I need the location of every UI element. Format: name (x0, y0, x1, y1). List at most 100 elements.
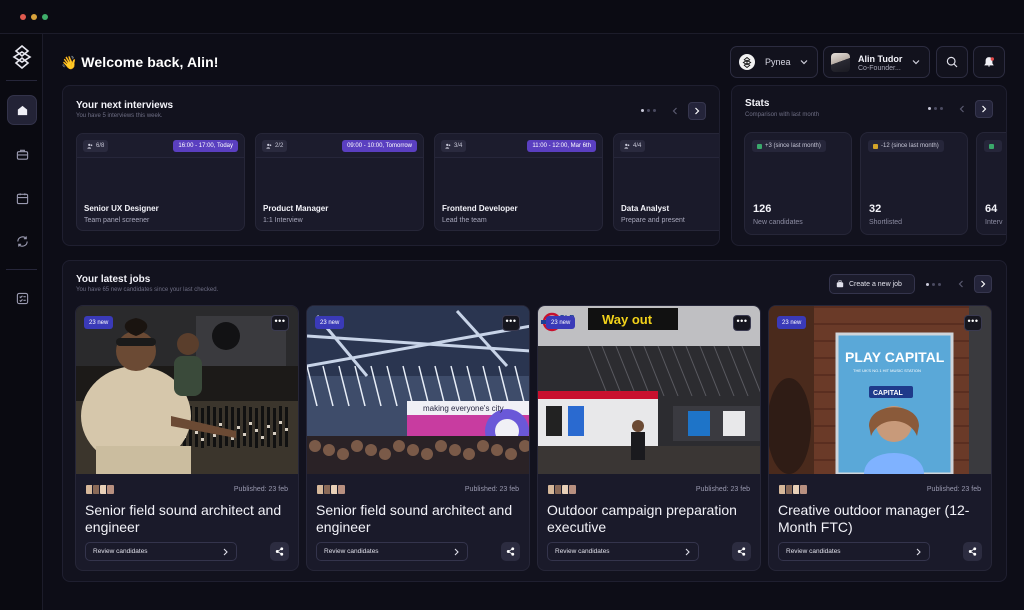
job-card[interactable]: Way outDLR23 new ••• Published: 23 feb Outd… (537, 305, 761, 571)
people-icon (445, 143, 451, 149)
job-image (76, 306, 298, 474)
interviews-title: Your next interviews (76, 100, 174, 111)
share-button[interactable] (732, 542, 751, 561)
share-icon (737, 547, 746, 556)
people-icon (87, 143, 93, 149)
new-candidates-badge: 23 new (546, 316, 576, 329)
jobs-prev-button[interactable] (952, 275, 970, 293)
page-title: 👋 Welcome back, Alin! (61, 54, 219, 71)
job-card[interactable]: making everyone's city 23 new ••• Published… (306, 305, 530, 571)
venue-banner-text: making everyone's city (423, 404, 504, 413)
sidebar-item-sync[interactable] (7, 226, 37, 256)
interview-card[interactable]: 2/2 09:00 - 10:00, Tomorrow Product Manage… (255, 133, 424, 231)
sidebar-item-home[interactable] (7, 95, 37, 125)
notifications-button[interactable] (973, 46, 1005, 78)
stats-panel: Stats Comparison with last month +3 (sin… (731, 85, 1007, 246)
review-candidates-button[interactable]: Review candidates (316, 542, 468, 561)
stats-prev-button[interactable] (953, 100, 971, 118)
more-options-button[interactable]: ••• (733, 315, 751, 331)
interview-card[interactable]: 6/8 16:00 - 17:00, Today Senior UX Designe… (76, 133, 245, 231)
stat-change-badge: +3 (since last month) (752, 140, 826, 152)
new-candidates-badge: 23 new (777, 316, 807, 329)
new-candidates-badge: 23 new (315, 316, 345, 329)
organization-select[interactable]: Pynea (730, 46, 818, 78)
interviews-next-button[interactable] (688, 102, 706, 120)
job-card[interactable]: 23 new ••• Published: 23 feb Senior field s… (75, 305, 299, 571)
share-icon (506, 547, 515, 556)
stat-card[interactable]: +3 (since last month) 126 New candidates (744, 132, 852, 235)
interviews-panel: Your next interviews You have 5 intervie… (62, 85, 720, 246)
interviews-subtitle: You have 5 interviews this week. (76, 113, 163, 119)
stat-value: 32 (869, 203, 882, 215)
attendees-badge: 6/8 (83, 140, 109, 152)
job-card[interactable]: PLAY CAPITAL THE UK'S NO.1 HIT MUSIC STAT… (768, 305, 992, 571)
more-options-button[interactable]: ••• (964, 315, 982, 331)
sidebar (0, 34, 43, 610)
interviews-prev-button[interactable] (666, 102, 684, 120)
attendees-badge: 4/4 (620, 140, 646, 152)
job-image: making everyone's city (307, 306, 529, 474)
stats-next-button[interactable] (975, 100, 993, 118)
create-job-button[interactable]: Create a new job (829, 274, 915, 294)
published-date: Published: 23 feb (926, 486, 981, 493)
more-icon: ••• (505, 315, 517, 326)
sidebar-item-jobs[interactable] (7, 139, 37, 169)
stats-pager (928, 107, 943, 110)
chevron-right-icon (685, 548, 690, 556)
stat-change-badge: -12 (since last month) (868, 140, 944, 152)
job-title: Senior field sound architect and enginee… (316, 502, 513, 535)
review-candidates-button[interactable]: Review candidates (547, 542, 699, 561)
billboard-brand-text: PLAY CAPITAL (845, 349, 945, 365)
avatar (799, 484, 808, 495)
interview-time-badge: 09:00 - 10:00, Tomorrow (342, 140, 417, 152)
candidate-avatars (316, 484, 346, 495)
stats-title: Stats (745, 98, 770, 109)
stat-change-badge (984, 140, 1002, 152)
stat-change-text: +3 (since last month) (765, 143, 821, 149)
new-candidates-badge: 23 new (84, 316, 114, 329)
waving-hand-icon: 👋 (61, 55, 78, 70)
review-candidates-button[interactable]: Review candidates (778, 542, 930, 561)
search-icon (946, 56, 958, 68)
people-icon (624, 143, 630, 149)
interview-role: Data Analyst (621, 204, 670, 213)
create-job-label: Create a new job (849, 280, 902, 288)
share-icon (968, 547, 977, 556)
jobs-next-button[interactable] (974, 275, 992, 293)
window-minimize-dot[interactable] (31, 14, 37, 20)
interview-card[interactable]: 4/414:00 -Data AnalystPrepare and presen… (613, 133, 719, 231)
pynea-logo-icon[interactable] (11, 44, 33, 70)
published-date: Published: 23 feb (464, 486, 519, 493)
share-button[interactable] (963, 542, 982, 561)
share-button[interactable] (270, 542, 289, 561)
share-icon (275, 547, 284, 556)
stat-card[interactable]: 64 Interv (976, 132, 1006, 235)
interview-description: Lead the team (442, 217, 487, 224)
welcome-text: Welcome back, Alin! (81, 54, 219, 70)
stat-card[interactable]: -12 (since last month) 32 Shortlisted (860, 132, 968, 235)
user-menu[interactable]: Alin Tudor Co-Founder... (823, 46, 930, 78)
more-options-button[interactable]: ••• (502, 315, 520, 331)
sidebar-item-calendar[interactable] (7, 183, 37, 213)
review-candidates-button[interactable]: Review candidates (85, 542, 237, 561)
jobs-title: Your latest jobs (76, 274, 151, 285)
review-candidates-label: Review candidates (786, 548, 841, 555)
window-maximize-dot[interactable] (42, 14, 48, 20)
stat-label: New candidates (753, 219, 803, 226)
chevron-right-icon (223, 548, 228, 556)
sidebar-item-tasks[interactable] (7, 283, 37, 313)
interview-card[interactable]: 3/4 11:00 - 12:00, Mar 6th Frontend Develo… (434, 133, 603, 231)
attendees-count: 6/8 (96, 143, 105, 149)
chevron-right-icon (981, 280, 986, 288)
chevron-left-icon (672, 107, 677, 115)
stats-subtitle: Comparison with last month (745, 112, 820, 118)
search-button[interactable] (936, 46, 968, 78)
interview-role: Frontend Developer (442, 204, 518, 213)
home-icon (17, 105, 27, 115)
more-options-button[interactable]: ••• (271, 315, 289, 331)
main-content: 👋 Welcome back, Alin! Pynea Alin Tudor Co… (43, 34, 1024, 610)
share-button[interactable] (501, 542, 520, 561)
window-close-dot[interactable] (20, 14, 26, 20)
more-icon: ••• (967, 315, 979, 326)
user-role: Co-Founder... (858, 65, 901, 72)
